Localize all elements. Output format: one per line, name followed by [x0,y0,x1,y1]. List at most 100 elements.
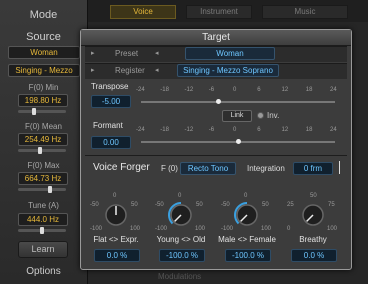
tune-slider[interactable] [18,227,66,234]
scale-tick: 0 [233,87,237,93]
f0-mean-value[interactable]: 254.49 Hz [18,133,68,146]
tune-slider-knob[interactable] [40,227,44,234]
tab-voice[interactable]: Voice [110,5,176,19]
knob-label: Breathy [299,235,327,244]
target-panel: Target ▸ Preset ◂ Woman ▸ Register ◂ Sin… [80,29,352,270]
source-title: Source [26,31,61,43]
tune-label: Tune (A) [28,201,59,210]
target-title: Target [81,30,351,46]
knob-dial[interactable] [298,200,328,230]
scale-tick: 6 [257,127,261,133]
knob-scale-right: 75 [328,202,335,208]
integration-value[interactable]: 0 frm [293,162,333,175]
integration-label: Integration [247,164,285,173]
scale-tick: 24 [330,87,337,93]
knob-label: Young <> Old [156,235,206,244]
inv-label: Inv. [267,111,280,120]
inv-radio[interactable] [257,112,264,119]
knob-scale-min: 0 [287,226,291,232]
options-label[interactable]: Options [0,266,87,277]
f0-min-slider-knob[interactable] [32,108,36,115]
source-column: Mode Source Woman Singing - Mezzo F(0) M… [0,0,88,284]
scale-tick: -24 [136,127,145,133]
scale-tick: 18 [305,127,313,133]
knob-scale-left: 25 [287,202,294,208]
knob-scale-min: -100 [221,226,234,232]
f0-max-slider-knob[interactable] [48,186,52,193]
f0-mean-label: F(0) Mean [25,122,62,131]
knob-scale-top: 0 [113,193,117,199]
knob-label: Male <> Female [218,235,276,244]
scale-tick: -6 [208,127,215,133]
knob-scale-max: 100 [327,226,338,232]
knob-scale-max: 100 [195,226,206,232]
register-next-icon[interactable]: ◂ [155,66,159,74]
preset-next-icon[interactable]: ◂ [155,49,159,57]
f0-label: F (0) [161,164,178,173]
scale-tick: 18 [305,87,313,93]
integration-slider[interactable] [339,161,340,174]
scale-tick: -18 [160,87,169,93]
scale-tick: 12 [281,127,289,133]
preset-select[interactable]: Woman [185,47,275,60]
learn-button[interactable]: Learn [18,241,68,258]
transpose-slider[interactable] [141,101,335,103]
scale-tick: 24 [330,127,337,133]
voice-forger-title: Voice Forger [93,162,150,173]
knob-scale-top: 0 [178,193,182,199]
f0-max-label: F(0) Max [27,161,60,170]
formant-label: Formant [93,121,123,130]
tab-instrument[interactable]: Instrument [186,5,252,19]
link-select[interactable]: Link [222,110,252,122]
f0-max-slider[interactable] [18,186,66,193]
knob-dial[interactable] [101,200,131,230]
knob-scale-left: -50 [155,202,164,208]
knob-scale-top: 50 [310,193,317,199]
knob-value[interactable]: -100.0 % [225,249,271,262]
knob-value[interactable]: 0.0 % [94,249,140,262]
knob-scale-min: -100 [155,226,168,232]
scale-tick: -12 [184,87,194,93]
knob-scale-right: 50 [196,202,203,208]
knob-scale-left: -50 [221,202,230,208]
scale-tick: -6 [208,87,215,93]
scale-tick: 0 [233,127,237,133]
knob-dial[interactable] [232,200,262,230]
source-register-select[interactable]: Singing - Mezzo [8,64,80,77]
tab-music[interactable]: Music [262,5,348,19]
f0-max-value[interactable]: 664.73 Hz [18,172,68,185]
f0-min-value[interactable]: 198.80 Hz [18,94,68,107]
formant-slider-knob[interactable] [236,139,241,144]
knob-label: Flat <> Expr. [93,235,139,244]
register-select[interactable]: Singing - Mezzo Soprano [177,64,279,77]
register-prev-icon[interactable]: ▸ [91,66,95,74]
scale-tick: 6 [257,87,261,93]
transpose-value[interactable]: -5.00 [91,95,131,108]
formant-value[interactable]: 0.00 [91,136,131,149]
preset-prev-icon[interactable]: ▸ [91,49,95,57]
knob-value[interactable]: 0.0 % [291,249,337,262]
knob-dial[interactable] [166,200,196,230]
divider [85,155,347,156]
knob-scale-right: 50 [262,202,269,208]
register-label: Register [115,66,145,75]
f0-min-slider[interactable] [18,108,66,115]
tune-value[interactable]: 444.0 Hz [18,213,68,226]
f0-mode-select[interactable]: Recto Tono [180,162,236,175]
f0-mean-slider-knob[interactable] [38,147,42,154]
scale-tick: -18 [160,127,169,133]
f0-min-label: F(0) Min [28,83,59,92]
knob-scale-right: 50 [131,202,138,208]
transpose-label: Transpose [91,82,129,91]
scale-tick: 12 [281,87,289,93]
knob-value[interactable]: -100.0 % [159,249,205,262]
source-gender-select[interactable]: Woman [8,46,80,59]
scale-tick: -12 [184,127,194,133]
f0-mean-slider[interactable] [18,147,66,154]
knob-scale-max: 100 [261,226,272,232]
mode-tabbar: Voice Instrument Music [88,0,368,22]
transpose-slider-knob[interactable] [215,99,221,104]
modulations-label[interactable]: Modulations [158,272,201,281]
preset-label: Preset [115,49,139,58]
knob-scale-left: -50 [90,202,99,208]
